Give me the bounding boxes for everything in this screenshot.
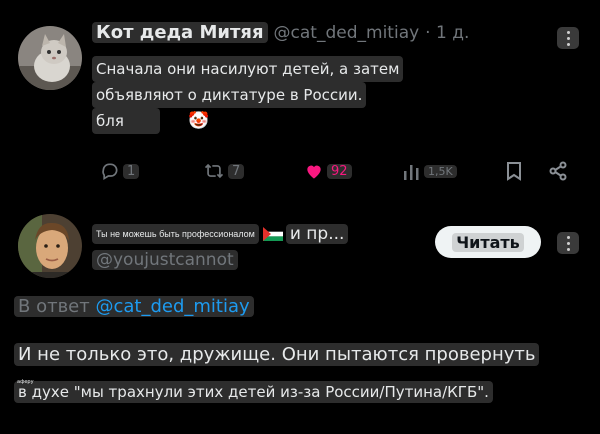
repost-button[interactable]: 7: [203, 161, 245, 181]
avatar[interactable]: [18, 26, 82, 90]
repost-count: 7: [228, 163, 245, 179]
reply-count: 1: [123, 163, 140, 179]
more-options-icon[interactable]: [557, 27, 579, 49]
author-handle[interactable]: @cat_ded_mitiay: [274, 23, 420, 43]
reply-to-line: В ответ @cat_ded_mitiay: [14, 296, 254, 317]
like-count: 92: [327, 163, 352, 179]
reply-to-prefix: В ответ: [18, 296, 90, 317]
follow-button[interactable]: Читать: [435, 226, 541, 258]
author-name[interactable]: Ты не можешь быть профессионалом: [92, 224, 259, 244]
reply-text-box: аферу в духе "мы трахнули этих детей из-…: [14, 379, 493, 403]
share-icon[interactable]: [548, 161, 568, 181]
post-text-line: объявляют о диктатуре в России.: [92, 82, 367, 108]
reply-icon: [102, 163, 118, 180]
views-icon: [404, 165, 419, 180]
follow-label: Читать: [452, 232, 524, 252]
more-options-icon[interactable]: [557, 232, 579, 254]
views-button[interactable]: 1,5K: [403, 161, 457, 181]
reply-text-line: И не только это, дружище. Они пытаются п…: [14, 343, 540, 366]
post-time[interactable]: · 1 д.: [425, 23, 469, 43]
author-name[interactable]: Кот деда Митяя: [92, 22, 268, 43]
author-name-suffix[interactable]: и пр...: [285, 224, 349, 244]
reply-tiny-label: аферу: [17, 379, 34, 385]
avatar[interactable]: [18, 214, 82, 278]
bookmark-icon[interactable]: [505, 161, 523, 181]
post-text-line: Сначала они насилуют детей, а затем: [92, 56, 404, 82]
author-handle[interactable]: @youjustcannot: [92, 250, 238, 270]
clown-emoji: 🤡: [188, 111, 210, 131]
heart-icon: [307, 165, 321, 179]
reply-to-handle[interactable]: @cat_ded_mitiay: [95, 296, 249, 317]
post-text-line: бля: [92, 108, 160, 134]
like-button[interactable]: 92: [304, 161, 352, 181]
view-count: 1,5K: [424, 164, 457, 178]
repost-icon: [204, 163, 224, 179]
reply-text-line: в духе "мы трахнули этих детей из-за Рос…: [18, 383, 489, 401]
flag-icon: [262, 227, 283, 241]
reply-button[interactable]: 1: [100, 161, 140, 181]
